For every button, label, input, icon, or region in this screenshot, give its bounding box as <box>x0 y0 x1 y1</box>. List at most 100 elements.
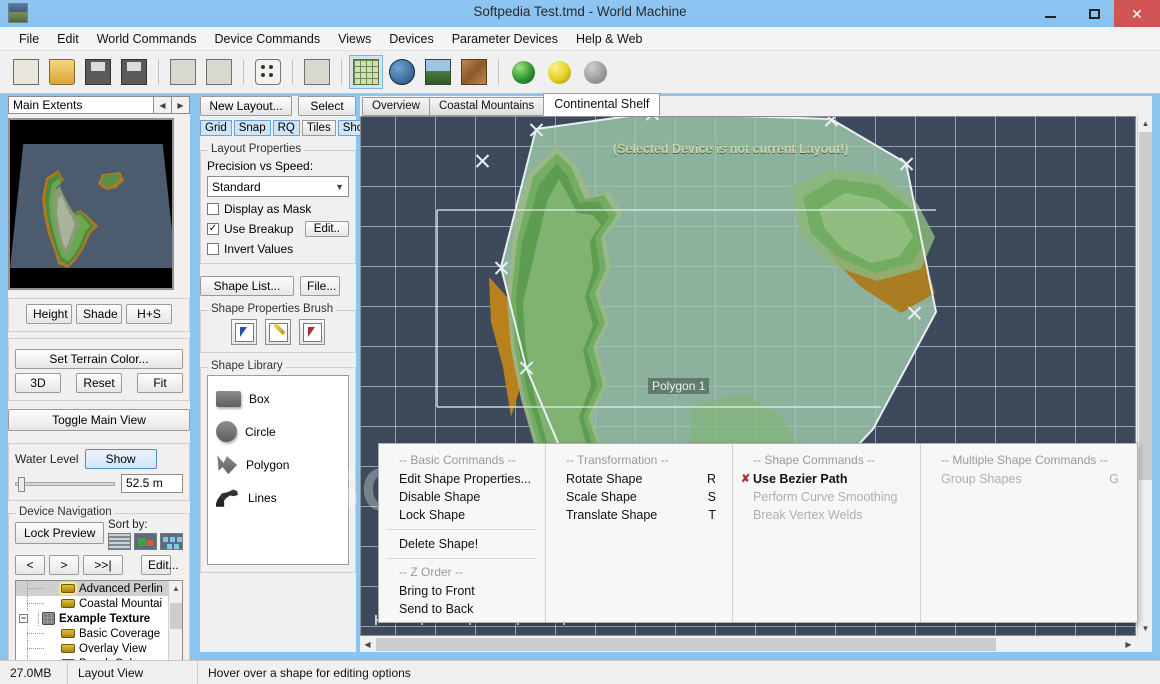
menu-item-file[interactable]: File <box>10 30 48 48</box>
shape-vertex-handle[interactable] <box>898 155 915 172</box>
device-sort-icon[interactable] <box>134 533 157 550</box>
context-menu-item-send-to-back[interactable]: Send to Back <box>385 600 539 618</box>
display-as-mask-checkbox[interactable] <box>207 203 219 215</box>
context-menu-item-rotate-shape[interactable]: Rotate Shape R <box>552 470 726 488</box>
new-world-icon[interactable] <box>9 55 43 89</box>
viewport-scroll-down-icon[interactable]: ▼ <box>1138 621 1153 636</box>
fit-view-button[interactable]: Fit <box>137 373 183 393</box>
shape-vertex-handle[interactable] <box>493 259 510 276</box>
explorer-view-icon[interactable] <box>421 55 455 89</box>
tree-collapse-icon[interactable]: − <box>19 614 28 623</box>
use-breakup-row[interactable]: ✓ Use Breakup Edit.. <box>207 221 349 237</box>
context-menu-item-translate-shape[interactable]: Translate Shape T <box>552 506 726 524</box>
menu-item-edit[interactable]: Edit <box>48 30 88 48</box>
open-world-icon[interactable] <box>45 55 79 89</box>
device-tree-item[interactable]: Advanced Perlin <box>16 581 182 596</box>
tab-coastal-mountains[interactable]: Coastal Mountains <box>428 97 545 116</box>
breakup-edit-button[interactable]: Edit.. <box>304 221 349 237</box>
toggle-tiles[interactable]: Tiles <box>301 120 336 136</box>
toggle-snap[interactable]: Snap <box>233 120 271 136</box>
device-tree-vscrollbar[interactable]: ▲ ▼ <box>168 581 182 671</box>
lock-preview-button[interactable]: Lock Preview <box>15 522 105 544</box>
nav-prev-button[interactable]: < <box>15 555 45 575</box>
terrain-profile-icon[interactable] <box>166 55 200 89</box>
menu-item-device-commands[interactable]: Device Commands <box>206 30 330 48</box>
build-green-icon[interactable] <box>506 55 540 89</box>
shape-vertex-handle[interactable] <box>644 117 661 122</box>
menu-item-views[interactable]: Views <box>329 30 380 48</box>
device-tree[interactable]: Advanced Perlin Coastal Mountai − Example T… <box>15 580 183 672</box>
invert-values-row[interactable]: Invert Values <box>207 242 349 256</box>
context-menu-item-edit-shape-properties[interactable]: Edit Shape Properties... <box>385 470 539 488</box>
extents-next-button[interactable]: ▶ <box>172 96 190 114</box>
texture-view-icon[interactable] <box>457 55 491 89</box>
shape-vertex-handle[interactable] <box>823 117 840 128</box>
viewport-scroll-left-icon[interactable]: ◀ <box>360 637 375 652</box>
toggle-rq[interactable]: RQ <box>272 120 300 136</box>
apply-arrow-icon[interactable] <box>299 319 325 345</box>
menu-item-world-commands[interactable]: World Commands <box>88 30 206 48</box>
shape-library-item[interactable]: Circle <box>212 415 344 448</box>
viewport-hscroll-thumb[interactable] <box>376 638 996 651</box>
invert-values-checkbox[interactable] <box>207 243 219 255</box>
water-level-slider[interactable] <box>15 476 115 492</box>
world-settings-icon[interactable] <box>202 55 236 89</box>
context-menu-item-lock-shape[interactable]: Lock Shape <box>385 506 539 524</box>
shape-library-item[interactable]: Polygon <box>212 448 344 481</box>
save-as-icon[interactable] <box>117 55 151 89</box>
view-3d-button[interactable]: 3D <box>15 373 61 393</box>
viewport-scroll-up-icon[interactable]: ▲ <box>1138 116 1153 131</box>
nav-last-button[interactable]: >>| <box>83 555 123 575</box>
network-sort-icon[interactable] <box>160 533 183 550</box>
nav-next-button[interactable]: > <box>49 555 79 575</box>
context-menu-item-delete-shape[interactable]: Delete Shape! <box>385 535 539 553</box>
select-arrow-icon[interactable] <box>231 319 257 345</box>
water-slider-thumb[interactable] <box>18 476 25 492</box>
world-view-icon[interactable] <box>385 55 419 89</box>
precision-select[interactable]: Standard ▼ <box>207 176 349 197</box>
random-seed-icon[interactable] <box>251 55 285 89</box>
context-menu-item-disable-shape[interactable]: Disable Shape <box>385 488 539 506</box>
height-mode-button[interactable]: Height <box>26 304 72 324</box>
shape-vertex-handle[interactable] <box>518 359 535 376</box>
shape-context-menu[interactable]: -- Basic Commands -- Edit Shape Propertie… <box>378 443 1138 623</box>
reset-view-button[interactable]: Reset <box>76 373 122 393</box>
extents-combo-value[interactable]: Main Extents <box>8 96 154 114</box>
context-menu-item-scale-shape[interactable]: Scale Shape S <box>552 488 726 506</box>
pencil-icon[interactable] <box>265 319 291 345</box>
viewport-vscrollbar[interactable]: ▲ ▼ <box>1137 116 1152 636</box>
build-gray-icon[interactable] <box>578 55 612 89</box>
device-tree-item[interactable]: Overlay View <box>16 641 182 656</box>
shade-mode-button[interactable]: Shade <box>76 304 122 324</box>
shape-library-item[interactable]: Lines <box>212 481 344 514</box>
viewport-vscroll-thumb[interactable] <box>1139 132 1152 480</box>
water-level-value[interactable]: 52.5 m <box>121 474 183 493</box>
device-tree-item[interactable]: − Example Texture <box>16 611 182 626</box>
use-breakup-checkbox[interactable]: ✓ <box>207 223 219 235</box>
menu-item-devices[interactable]: Devices <box>380 30 442 48</box>
water-show-button[interactable]: Show <box>84 449 157 469</box>
list-sort-icon[interactable] <box>108 533 131 550</box>
device-workspace-icon[interactable] <box>300 55 334 89</box>
build-yellow-icon[interactable] <box>542 55 576 89</box>
menu-item-help-web[interactable]: Help & Web <box>567 30 651 48</box>
terrain-preview[interactable] <box>8 118 174 290</box>
extents-prev-button[interactable]: ◀ <box>154 96 172 114</box>
extents-selector[interactable]: Main Extents ◀ ▶ <box>8 96 190 114</box>
toggle-grid[interactable]: Grid <box>200 120 232 136</box>
height-shade-mode-button[interactable]: H+S <box>126 304 172 324</box>
nav-edit-button[interactable]: Edit... <box>141 555 179 575</box>
maximize-button[interactable] <box>1072 0 1116 27</box>
close-button[interactable]: ✕ <box>1114 0 1160 27</box>
viewport-scroll-right-icon[interactable]: ▶ <box>1121 637 1136 652</box>
shape-list-button[interactable]: Shape List... <box>200 276 294 296</box>
set-terrain-color-button[interactable]: Set Terrain Color... <box>15 349 183 369</box>
select-button[interactable]: Select <box>298 96 356 116</box>
tree-scroll-up-icon[interactable]: ▲ <box>169 581 182 595</box>
menu-item-parameter-devices[interactable]: Parameter Devices <box>443 30 567 48</box>
shape-file-button[interactable]: File... <box>300 276 340 296</box>
shape-vertex-handle[interactable] <box>474 152 491 169</box>
tree-vscroll-thumb[interactable] <box>170 603 182 629</box>
display-as-mask-row[interactable]: Display as Mask <box>207 202 349 216</box>
shape-vertex-handle[interactable] <box>906 304 923 321</box>
